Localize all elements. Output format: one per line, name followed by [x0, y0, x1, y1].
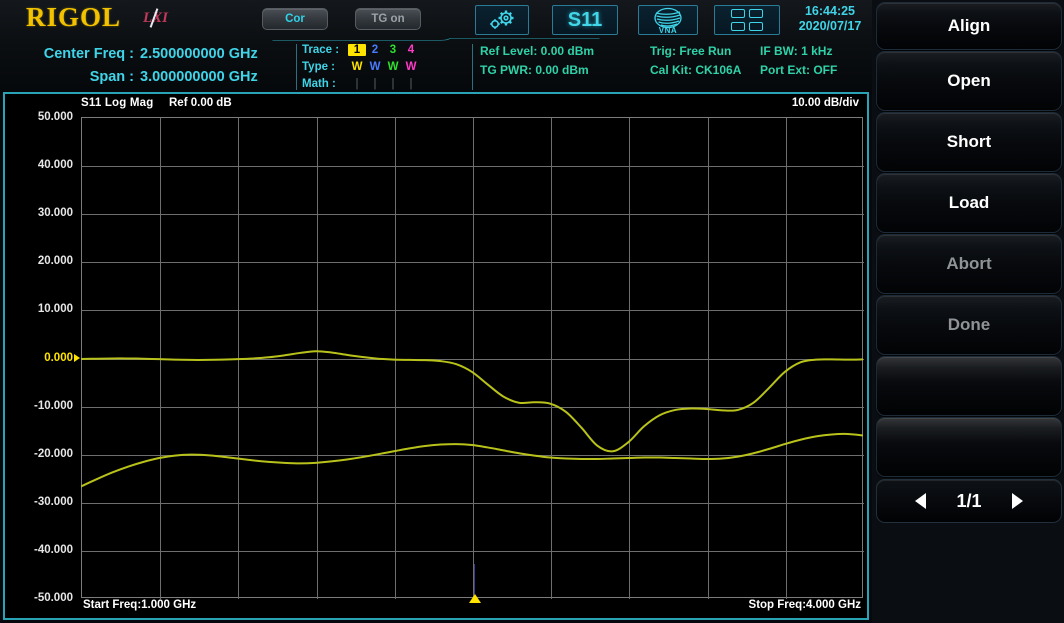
trace-4-number[interactable]: 4: [402, 44, 420, 56]
y-axis-tick-label: -20.000: [33, 447, 73, 460]
center-freq-value: 2.500000000 GHz: [140, 45, 258, 62]
start-frequency-label: Start Freq:1.000 GHz: [83, 599, 197, 611]
s11-measurement-button[interactable]: S11: [552, 5, 618, 35]
next-page-icon[interactable]: [1011, 493, 1023, 509]
ref-level-info: Ref Level: 0.00 dBm: [480, 44, 595, 58]
trace-1-number[interactable]: 1: [348, 43, 366, 56]
previous-page-icon[interactable]: [915, 493, 927, 509]
clock-date: 2020/07/17: [798, 19, 862, 33]
softkey-empty-8: [876, 417, 1062, 477]
plot-ref-level: Ref 0.00 dB: [169, 97, 232, 109]
rigol-logo: RIGOL: [26, 2, 122, 32]
softkey-abort[interactable]: Abort: [876, 234, 1062, 294]
center-freq-row[interactable]: Center Freq : 2.500000000 GHz: [10, 42, 290, 65]
span-label: Span :: [89, 68, 134, 85]
trace-4-type: W: [405, 60, 417, 73]
header-separator-2: [472, 44, 473, 90]
trace-curve-2: [81, 434, 863, 486]
trace-3-math: |: [391, 77, 395, 90]
plot-header: S11 Log Mag Ref 0.00 dB 10.00 dB/div: [5, 94, 867, 116]
cal-kit-info: Cal Kit: CK106A: [650, 63, 742, 77]
y-axis-tick-label: 50.000: [37, 111, 73, 123]
grid-icon: [731, 9, 763, 31]
tg-power-info: TG PWR: 0.00 dBm: [480, 63, 589, 77]
y-axis-labels: 50.000 40.000 30.000 20.000 10.000 0.000 -10.0…: [5, 111, 80, 604]
clock: 16:44:25 2020/07/17: [790, 4, 870, 34]
vna-icon-label: VNA: [658, 26, 678, 35]
lxi-logo: LXI: [143, 8, 168, 28]
frequency-readout: Center Freq : 2.500000000 GHz Span : 3.0…: [10, 42, 290, 88]
y-axis-tick-label: 10.000: [37, 303, 73, 316]
vna-icon: VNA: [642, 7, 694, 35]
header-separator-1: [296, 44, 297, 90]
softkey-load[interactable]: Load: [876, 173, 1062, 233]
y-axis-tick-label: -10.000: [33, 399, 73, 412]
trace-curve-1: [81, 351, 863, 451]
trace-2-number[interactable]: 2: [366, 44, 384, 56]
y-axis-tick-label: 30.000: [37, 207, 73, 220]
if-bw-info: IF BW: 1 kHz: [760, 44, 833, 58]
plot-scale-per-div: 10.00 dB/div: [791, 97, 859, 109]
trace-math-row: Math : | | | |: [302, 75, 472, 92]
trace-layer: [81, 117, 863, 598]
softkey-empty-7: [876, 356, 1062, 416]
plot-panel[interactable]: S11 Log Mag Ref 0.00 dB 10.00 dB/div 50.…: [3, 92, 869, 620]
trace-1-type: W: [351, 60, 363, 73]
trace-number-row[interactable]: Trace : 1 2 3 4: [302, 41, 472, 58]
trigger-info-column: Trig: Free Run Cal Kit: CK106A: [650, 42, 741, 80]
plot-title: S11 Log Mag: [81, 97, 154, 109]
stop-frequency-label: Stop Freq:4.000 GHz: [748, 599, 861, 611]
trace-3-number[interactable]: 3: [384, 44, 402, 56]
softkey-align[interactable]: Align: [876, 2, 1062, 50]
y-axis-tick-label: 0.000: [44, 351, 73, 364]
center-marker-stem: [474, 564, 475, 596]
layout-grid-button[interactable]: [714, 5, 780, 35]
trace-1-math: |: [355, 77, 359, 90]
menu-pager[interactable]: 1/1: [876, 479, 1062, 523]
vna-application-window: RIGOL LXI Cor TG on S11 VNA 16:44:25 202…: [0, 0, 1064, 623]
trace-panel: Trace : 1 2 3 4 Type : W W W W Math : | …: [302, 41, 472, 92]
port-ext-info: Port Ext: OFF: [760, 63, 838, 77]
tracking-generator-button[interactable]: TG on: [355, 8, 421, 30]
header-top-row: RIGOL LXI Cor TG on S11 VNA 16:44:25 202…: [0, 0, 872, 38]
header-info-row: Center Freq : 2.500000000 GHz Span : 3.0…: [0, 40, 872, 95]
y-axis-tick-label: -30.000: [33, 495, 73, 508]
trace-2-type: W: [369, 60, 381, 73]
y-axis-tick-label: 40.000: [37, 159, 73, 172]
trace-2-math: |: [373, 77, 377, 90]
correction-status-button[interactable]: Cor: [262, 8, 328, 30]
softkey-short[interactable]: Short: [876, 112, 1062, 172]
trigger-info: Trig: Free Run: [650, 44, 732, 58]
span-row[interactable]: Span : 3.000000000 GHz: [10, 65, 290, 88]
type-row-label: Type :: [302, 60, 336, 73]
trace-row-label: Trace :: [302, 43, 340, 56]
plot-footer: Start Freq:1.000 GHz Stop Freq:4.000 GHz: [5, 599, 867, 617]
y-axis-tick-label: -40.000: [33, 543, 73, 556]
span-value: 3.000000000 GHz: [140, 68, 258, 85]
trace-type-row: Type : W W W W: [302, 58, 472, 75]
softkey-open[interactable]: Open: [876, 51, 1062, 111]
level-info-column: Ref Level: 0.00 dBm TG PWR: 0.00 dBm: [480, 42, 594, 80]
softkey-menu: Align Open Short Load Abort Done 1/1: [872, 0, 1064, 623]
ref-level-marker: [74, 353, 80, 362]
center-freq-label: Center Freq :: [43, 45, 134, 62]
trace-3-type: W: [387, 60, 399, 73]
trace-4-math: |: [409, 77, 413, 90]
math-row-label: Math :: [302, 77, 336, 90]
setup-gear-button[interactable]: [475, 5, 529, 35]
header-bar: RIGOL LXI Cor TG on S11 VNA 16:44:25 202…: [0, 0, 872, 95]
clock-time: 16:44:25: [804, 4, 856, 18]
gear-icon: [487, 8, 517, 32]
page-indicator: 1/1: [956, 490, 982, 511]
bandwidth-info-column: IF BW: 1 kHz Port Ext: OFF: [760, 42, 837, 80]
softkey-done[interactable]: Done: [876, 295, 1062, 355]
y-axis-tick-label: 20.000: [37, 255, 73, 268]
vna-mode-button[interactable]: VNA: [638, 5, 698, 35]
